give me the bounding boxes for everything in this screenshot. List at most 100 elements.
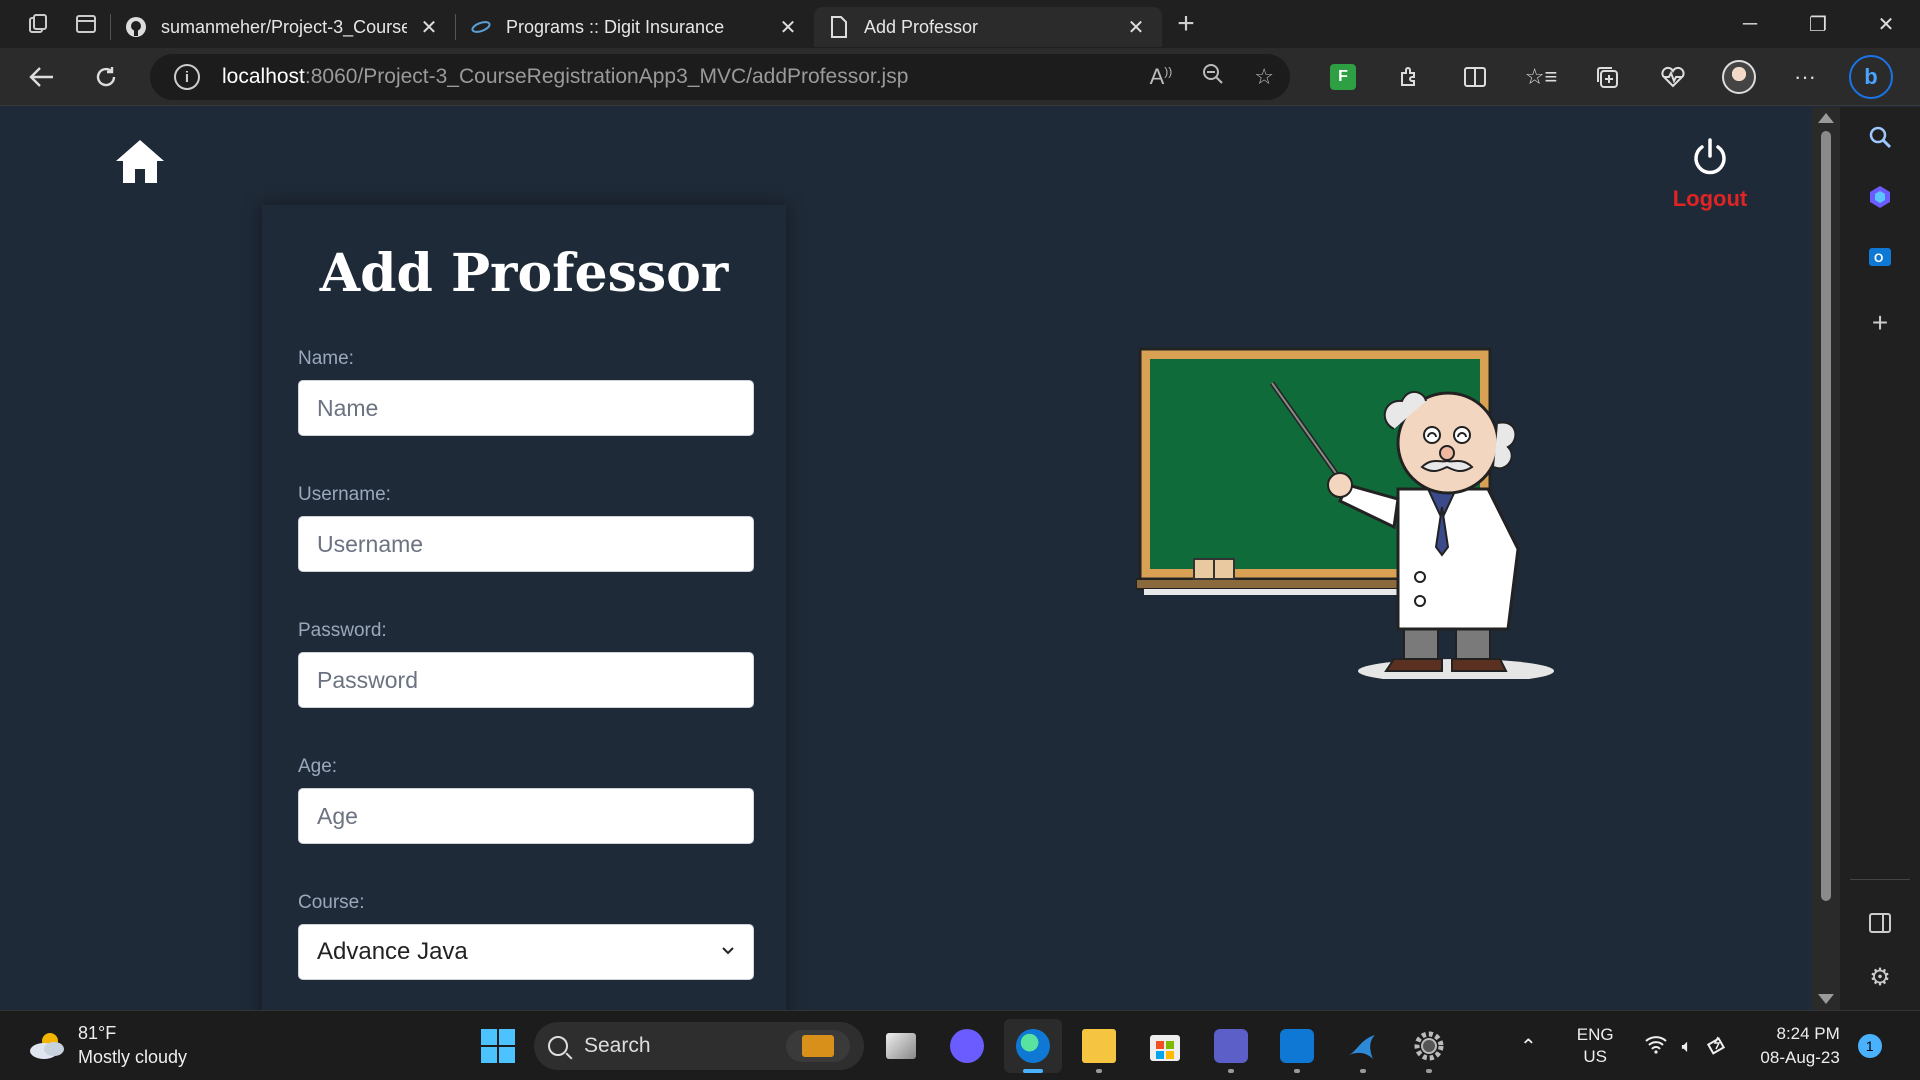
- windows-taskbar: 81°F Mostly cloudy Search ⌃ ENG US 🔈︎ 8:…: [0, 1010, 1920, 1080]
- tab-digit[interactable]: Programs :: Digit Insurance ✕: [456, 7, 814, 47]
- tab-title: Add Professor: [864, 16, 979, 37]
- address-actions: A)) ☆: [1150, 54, 1274, 100]
- running-indicator: [1228, 1069, 1234, 1073]
- password-input[interactable]: Password: [298, 652, 754, 708]
- weather-desc: Mostly cloudy: [78, 1047, 188, 1067]
- close-tab-icon[interactable]: ✕: [1124, 15, 1148, 40]
- running-indicator: [1426, 1069, 1432, 1073]
- scroll-down-arrow[interactable]: [1818, 994, 1834, 1004]
- read-aloud-icon[interactable]: A)): [1150, 64, 1173, 90]
- close-window-icon[interactable]: ✕: [1852, 0, 1920, 48]
- extension-green-icon[interactable]: F: [1310, 48, 1376, 106]
- minimize-icon[interactable]: ─: [1716, 0, 1784, 48]
- chat-icon[interactable]: [938, 1019, 996, 1073]
- search-icon: [548, 1036, 568, 1056]
- favorite-star-icon[interactable]: ☆: [1254, 64, 1274, 90]
- sidebar-outlook-icon[interactable]: O: [1860, 237, 1900, 277]
- password-placeholder: Password: [317, 666, 418, 693]
- tab-add-professor[interactable]: Add Professor ✕: [814, 7, 1162, 47]
- chevron-down-icon: [721, 943, 735, 961]
- back-icon[interactable]: [10, 48, 74, 106]
- briefcase-icon: [786, 1030, 850, 1062]
- svg-text:O: O: [1874, 251, 1883, 265]
- browser-essentials-icon[interactable]: [1640, 48, 1706, 106]
- sidebar-settings-gear-icon[interactable]: ⚙: [1860, 957, 1900, 997]
- username-placeholder: Username: [317, 530, 424, 557]
- cloudy-weather-icon: [30, 1033, 64, 1059]
- active-indicator: [1023, 1069, 1043, 1073]
- collections-icon[interactable]: [1574, 48, 1640, 106]
- zoom-out-icon[interactable]: [1202, 63, 1224, 91]
- name-placeholder: Name: [317, 394, 379, 421]
- volume-muted-icon[interactable]: 🔈︎: [1682, 1036, 1693, 1057]
- windows-start-icon[interactable]: [470, 1019, 526, 1073]
- logout-button[interactable]: Logout: [1668, 137, 1752, 217]
- split-screen-icon[interactable]: [1442, 48, 1508, 106]
- site-info-icon[interactable]: i: [174, 64, 200, 90]
- language-indicator[interactable]: ENG US: [1577, 1024, 1614, 1068]
- taskbar-apps: Search: [470, 1019, 1458, 1073]
- page-scrollbar[interactable]: [1812, 107, 1840, 1010]
- tab-actions-icon[interactable]: [62, 0, 110, 48]
- page-content: Logout Add Professor Name: Name Username…: [0, 107, 1812, 1010]
- username-label: Username:: [298, 484, 391, 505]
- bing-copilot-icon[interactable]: b: [1838, 48, 1904, 106]
- sidebar-copilot-icon[interactable]: [1860, 177, 1900, 217]
- close-tab-icon[interactable]: ✕: [776, 15, 800, 40]
- profile-avatar[interactable]: [1706, 48, 1772, 106]
- name-input[interactable]: Name: [298, 380, 754, 436]
- weather-widget[interactable]: 81°F Mostly cloudy: [26, 1021, 187, 1069]
- workspaces-icon[interactable]: [14, 0, 62, 48]
- sidebar-divider: [1850, 879, 1910, 880]
- settings-more-icon[interactable]: ···: [1772, 48, 1838, 106]
- file-explorer-icon[interactable]: [1070, 1019, 1128, 1073]
- browser-titlebar: sumanmeher/Project-3_CourseRe ✕ Programs…: [0, 0, 1920, 48]
- new-tab-icon[interactable]: +: [1162, 0, 1210, 48]
- username-input[interactable]: Username: [298, 516, 754, 572]
- system-clock[interactable]: 8:24 PM 08-Aug-23: [1760, 1022, 1839, 1070]
- teams-icon[interactable]: [1202, 1019, 1260, 1073]
- task-view-icon[interactable]: [872, 1019, 930, 1073]
- sidebar-search-icon[interactable]: [1860, 117, 1900, 157]
- favorites-icon[interactable]: ☆≡: [1508, 48, 1574, 106]
- course-selected-value: Advance Java: [317, 938, 468, 965]
- url-host: localhost: [222, 65, 305, 88]
- scroll-thumb[interactable]: [1821, 131, 1831, 901]
- sidebar-toggle-icon[interactable]: [1860, 903, 1900, 943]
- name-label: Name:: [298, 348, 354, 369]
- running-indicator: [1360, 1069, 1366, 1073]
- tab-github[interactable]: sumanmeher/Project-3_CourseRe ✕: [111, 7, 455, 47]
- system-tray: ⌃ ENG US 🔈︎ 8:24 PM 08-Aug-23 1: [1520, 1019, 1882, 1073]
- edge-browser-icon[interactable]: [1004, 1019, 1062, 1073]
- sidebar-add-icon[interactable]: +: [1860, 303, 1900, 343]
- restore-icon[interactable]: ❐: [1784, 0, 1852, 48]
- running-indicator: [1096, 1069, 1102, 1073]
- home-icon[interactable]: [114, 137, 166, 185]
- scroll-up-arrow[interactable]: [1818, 113, 1834, 123]
- digit-icon: [470, 16, 492, 38]
- age-input[interactable]: Age: [298, 788, 754, 844]
- show-hidden-icons-icon[interactable]: ⌃: [1520, 1034, 1537, 1059]
- running-indicator: [1294, 1069, 1300, 1073]
- github-icon: [125, 16, 147, 38]
- lang-bottom: US: [1583, 1047, 1607, 1066]
- outlook-icon[interactable]: [1268, 1019, 1326, 1073]
- age-label: Age:: [298, 756, 338, 777]
- clock-date: 08-Aug-23: [1760, 1048, 1840, 1067]
- microsoft-store-icon[interactable]: [1136, 1019, 1194, 1073]
- settings-gear-icon[interactable]: [1400, 1019, 1458, 1073]
- wifi-icon[interactable]: [1644, 1034, 1668, 1059]
- extensions-icon[interactable]: [1376, 48, 1442, 106]
- professor-illustration: [1136, 347, 1554, 679]
- address-bar[interactable]: i localhost:8060/Project-3_CourseRegistr…: [150, 54, 1290, 100]
- add-professor-form: Add Professor Name: Name Username: Usern…: [262, 205, 786, 1010]
- close-tab-icon[interactable]: ✕: [417, 15, 441, 40]
- taskbar-search[interactable]: Search: [534, 1022, 864, 1070]
- refresh-icon[interactable]: [74, 48, 138, 106]
- battery-charging-icon[interactable]: [1706, 1033, 1730, 1060]
- course-select[interactable]: Advance Java: [298, 924, 754, 980]
- url-path: :8060/Project-3_CourseRegistrationApp3_M…: [304, 65, 909, 88]
- mysql-workbench-icon[interactable]: [1334, 1019, 1392, 1073]
- notification-badge[interactable]: 1: [1857, 1034, 1882, 1058]
- taskbar-search-label: Search: [584, 1034, 651, 1057]
